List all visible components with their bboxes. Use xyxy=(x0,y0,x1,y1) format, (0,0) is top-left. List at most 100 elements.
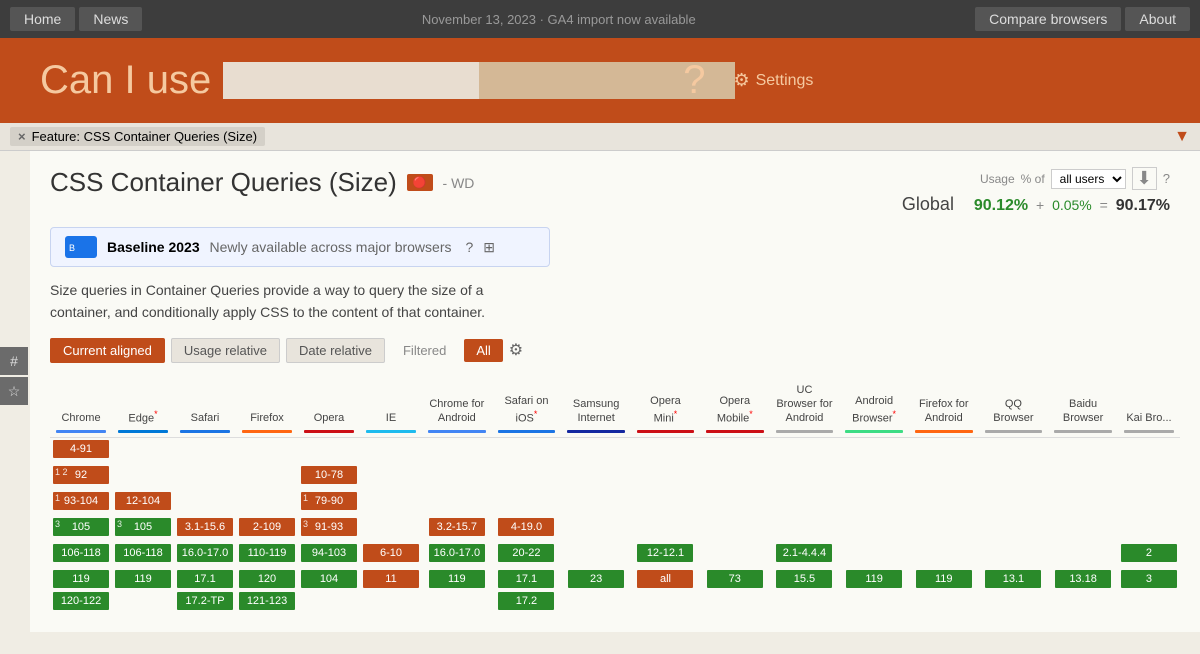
cell xyxy=(1118,464,1180,490)
usage-numbers: 90.12% + 0.05% = 90.17% xyxy=(974,197,1170,213)
about-button[interactable]: About xyxy=(1125,7,1190,31)
cell xyxy=(1048,437,1118,464)
cell: 1 292 xyxy=(50,464,112,490)
table-row: 120-12217.2-TP121-12317.2 xyxy=(50,590,1180,616)
cell xyxy=(236,490,298,516)
baseline-info-icon[interactable]: ? xyxy=(466,239,474,255)
cell: 110-119 xyxy=(236,542,298,568)
usage-equals: = xyxy=(1100,197,1108,213)
news-button[interactable]: News xyxy=(79,7,142,31)
close-icon[interactable]: × xyxy=(18,129,26,144)
cell xyxy=(1118,490,1180,516)
baseline-more-icon[interactable]: ⊞ xyxy=(483,239,495,256)
cell xyxy=(174,490,236,516)
cell xyxy=(561,516,631,542)
cell: 4-19.0 xyxy=(492,516,562,542)
cell xyxy=(909,437,979,464)
cell xyxy=(1048,490,1118,516)
cell: 119 xyxy=(839,568,909,590)
cell xyxy=(700,542,770,568)
cell xyxy=(174,464,236,490)
cell xyxy=(979,490,1049,516)
cell: 94-103 xyxy=(298,542,360,568)
cell xyxy=(979,516,1049,542)
cell xyxy=(979,464,1049,490)
table-row: 310531053.1-15.62-109391-933.2-15.74-19.… xyxy=(50,516,1180,542)
compare-browsers-button[interactable]: Compare browsers xyxy=(975,7,1121,31)
cell xyxy=(700,590,770,616)
cell xyxy=(1118,437,1180,464)
cell: 106-118 xyxy=(50,542,112,568)
top-nav: Home News November 13, 2023 · GA4 import… xyxy=(0,0,1200,38)
cell xyxy=(1048,542,1118,568)
usage-users-select[interactable]: all users xyxy=(1051,169,1126,189)
cell xyxy=(360,464,422,490)
tab-usage-relative[interactable]: Usage relative xyxy=(171,338,280,363)
star-icon-button[interactable]: ☆ xyxy=(0,377,28,405)
baseline-section: B Baseline 2023 Newly available across m… xyxy=(50,227,1180,267)
cell xyxy=(700,516,770,542)
browser-header-samsung-internet: Samsung Internet xyxy=(561,379,631,437)
hash-icon-button[interactable]: # xyxy=(0,347,28,375)
cell xyxy=(492,464,562,490)
cell: 119 xyxy=(112,568,174,590)
cell xyxy=(298,437,360,464)
breadcrumb-bar: × Feature: CSS Container Queries (Size) … xyxy=(0,123,1200,151)
cell: 193-104 xyxy=(50,490,112,516)
cell xyxy=(236,437,298,464)
cell: 10-78 xyxy=(298,464,360,490)
filter-icon[interactable]: ▼ xyxy=(1174,128,1190,146)
cell xyxy=(631,516,700,542)
nav-right: Compare browsers About xyxy=(975,7,1190,31)
feature-description: Size queries in Container Queries provid… xyxy=(50,279,510,324)
baseline-text: Baseline 2023 Newly available across maj… xyxy=(107,239,452,255)
cell: 119 xyxy=(909,568,979,590)
svg-text:B: B xyxy=(69,243,75,253)
feature-title: CSS Container Queries (Size) xyxy=(50,167,397,198)
table-row: 11911917.11201041111917.123all7315.51191… xyxy=(50,568,1180,590)
cell: 73 xyxy=(700,568,770,590)
browser-header-chrome: Chrome xyxy=(50,379,112,437)
cell xyxy=(360,590,422,616)
usage-scope: % of xyxy=(1021,172,1045,186)
cell: 106-118 xyxy=(112,542,174,568)
tab-current-aligned[interactable]: Current aligned xyxy=(50,338,165,363)
cell xyxy=(422,490,492,516)
tab-date-relative[interactable]: Date relative xyxy=(286,338,385,363)
cell xyxy=(492,437,562,464)
usage-help-icon[interactable]: ? xyxy=(1163,171,1170,186)
browser-header-ie: IE xyxy=(360,379,422,437)
browser-header-opera-mobile: Opera Mobile* xyxy=(700,379,770,437)
search-container xyxy=(223,62,663,99)
tab-all[interactable]: All xyxy=(464,339,502,362)
search-input[interactable] xyxy=(223,62,479,99)
cell xyxy=(422,437,492,464)
cell: 13.18 xyxy=(1048,568,1118,590)
cell xyxy=(298,590,360,616)
cell: 3105 xyxy=(50,516,112,542)
cell: 16.0-17.0 xyxy=(174,542,236,568)
cell xyxy=(561,542,631,568)
usage-dropdown-arrow[interactable]: ⬇ xyxy=(1132,167,1157,190)
cell: 119 xyxy=(50,568,112,590)
tab-settings-icon[interactable]: ⚙ xyxy=(509,340,523,360)
cell xyxy=(839,490,909,516)
hero-title: Can I use xyxy=(40,58,211,103)
browser-header-row: ChromeEdge*SafariFirefoxOperaIEChrome fo… xyxy=(50,379,1180,437)
cell xyxy=(561,490,631,516)
cell: 16.0-17.0 xyxy=(422,542,492,568)
cell: 2 xyxy=(1118,542,1180,568)
cell: 104 xyxy=(298,568,360,590)
cell: 2.1-4.4.4 xyxy=(770,542,840,568)
cell xyxy=(909,542,979,568)
home-button[interactable]: Home xyxy=(10,7,75,31)
cell xyxy=(422,590,492,616)
cell xyxy=(839,516,909,542)
cell: 3 xyxy=(1118,568,1180,590)
cell xyxy=(839,542,909,568)
cell: 13.1 xyxy=(979,568,1049,590)
baseline-desc: Newly available across major browsers xyxy=(210,239,452,255)
settings-button[interactable]: ⚙ Settings xyxy=(733,70,813,91)
browser-header-baidu-browser: Baidu Browser xyxy=(1048,379,1118,437)
cell xyxy=(770,516,840,542)
